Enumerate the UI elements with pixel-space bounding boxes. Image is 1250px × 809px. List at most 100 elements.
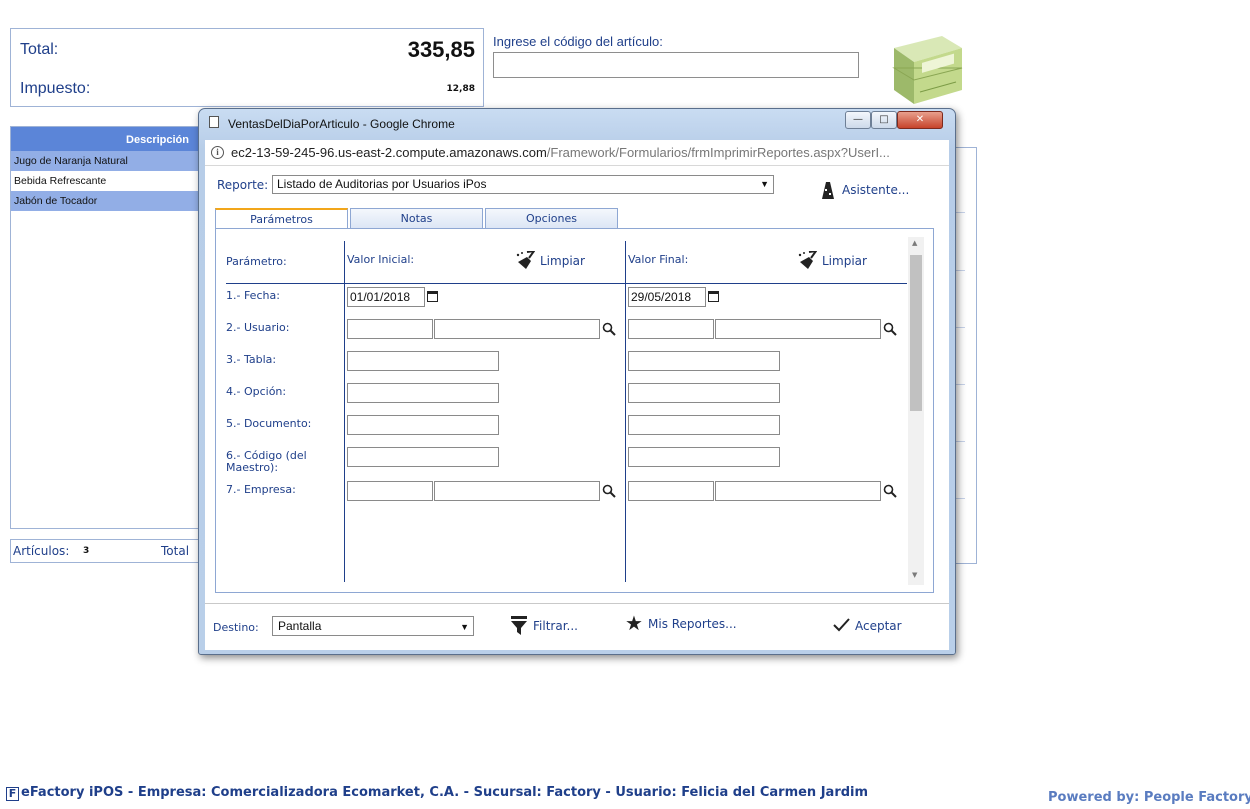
- report-select[interactable]: Listado de Auditorias por Usuarios iPos …: [272, 175, 774, 194]
- filter-button[interactable]: Filtrar...: [510, 616, 590, 638]
- calendar-icon[interactable]: [708, 291, 719, 302]
- accept-button[interactable]: Aceptar: [833, 616, 913, 638]
- total-value: 335,85: [407, 37, 475, 62]
- opcion-initial-input[interactable]: [347, 383, 499, 403]
- param-label-fecha: 1.- Fecha:: [226, 289, 280, 302]
- empresa-initial-code-input[interactable]: [347, 481, 433, 501]
- tax-label: Impuesto:: [20, 80, 91, 97]
- article-code-label: Ingrese el código del artículo:: [493, 34, 663, 49]
- filter-icon: [511, 616, 527, 635]
- clear-final-label: Limpiar: [822, 254, 867, 268]
- items-summary: Artículos: 3 Total: [10, 539, 200, 563]
- dropdown-arrow-icon: ▼: [760, 179, 769, 189]
- documento-initial-input[interactable]: [347, 415, 499, 435]
- vertical-scrollbar[interactable]: ▲ ▼: [908, 237, 924, 585]
- window-title: VentasDelDiaPorArticulo - Google Chrome: [228, 117, 455, 131]
- clear-initial-button[interactable]: Limpiar: [515, 251, 590, 271]
- search-icon[interactable]: [602, 484, 616, 498]
- report-select-value: Listado de Auditorias por Usuarios iPos: [277, 177, 487, 191]
- param-label-opcion: 4.- Opción:: [226, 385, 287, 398]
- totals-panel: Total: 335,85 Impuesto: 12,88: [10, 28, 484, 107]
- usuario-initial-code-input[interactable]: [347, 319, 433, 339]
- tab-opciones[interactable]: Opciones: [485, 208, 618, 228]
- broom-icon: [516, 251, 535, 269]
- powered-by-text: Powered by: People Factory: [1048, 790, 1250, 805]
- articles-label: Artículos:: [13, 544, 70, 558]
- total-label: Total:: [20, 41, 59, 58]
- final-value-header: Valor Final:: [628, 253, 689, 266]
- dropdown-arrow-icon: ▼: [460, 622, 469, 632]
- param-label-tabla: 3.- Tabla:: [226, 353, 277, 366]
- url-path: /Framework/Formularios/frmImprimirReport…: [546, 145, 890, 160]
- tabla-final-input[interactable]: [628, 351, 780, 371]
- my-reports-button[interactable]: ★ Mis Reportes...: [625, 611, 745, 636]
- usuario-initial-name-input[interactable]: [434, 319, 600, 339]
- tab-parametros[interactable]: Parámetros: [215, 208, 348, 229]
- app-logo-icon: F: [6, 787, 19, 801]
- wizard-icon: [822, 182, 834, 199]
- scroll-up-icon[interactable]: ▲: [912, 239, 917, 247]
- star-icon: ★: [625, 611, 643, 635]
- accept-label: Aceptar: [855, 619, 902, 633]
- search-icon[interactable]: [602, 322, 616, 336]
- clear-final-button[interactable]: Limpiar: [797, 251, 872, 271]
- codigo-initial-input[interactable]: [347, 447, 499, 467]
- empresa-initial-name-input[interactable]: [434, 481, 600, 501]
- empresa-final-name-input[interactable]: [715, 481, 881, 501]
- param-label-codigo: 6.- Código (del Maestro):: [226, 449, 307, 474]
- report-form: Reporte: Listado de Auditorias por Usuar…: [205, 166, 949, 650]
- param-label-usuario: 2.- Usuario:: [226, 321, 290, 334]
- minimize-button[interactable]: —: [845, 111, 871, 129]
- filter-label: Filtrar...: [533, 619, 578, 633]
- document-icon: [209, 116, 219, 128]
- search-icon[interactable]: [883, 322, 897, 336]
- assistant-label: Asistente...: [842, 183, 910, 197]
- initial-value-header: Valor Inicial:: [347, 253, 415, 266]
- fecha-initial-input[interactable]: 01/01/2018: [347, 287, 425, 307]
- assistant-button[interactable]: Asistente...: [822, 182, 926, 201]
- scroll-down-icon[interactable]: ▼: [912, 571, 917, 579]
- article-code-input[interactable]: [493, 52, 859, 78]
- maximize-button[interactable]: □: [871, 111, 897, 129]
- clear-initial-label: Limpiar: [540, 254, 585, 268]
- destination-select[interactable]: Pantalla ▼: [272, 616, 474, 636]
- search-icon[interactable]: [883, 484, 897, 498]
- close-button[interactable]: ✕: [897, 111, 943, 129]
- status-text: eFactory iPOS - Empresa: Comercializador…: [21, 785, 869, 800]
- report-label: Reporte:: [217, 178, 269, 192]
- info-icon[interactable]: i: [211, 146, 224, 159]
- opcion-final-input[interactable]: [628, 383, 780, 403]
- status-bar: FeFactory iPOS - Empresa: Comercializado…: [6, 785, 868, 801]
- codigo-final-input[interactable]: [628, 447, 780, 467]
- url-host: ec2-13-59-245-96.us-east-2.compute.amazo…: [231, 145, 547, 160]
- items-table: Descripción Jugo de Naranja Natural Bebi…: [10, 126, 200, 529]
- usuario-final-name-input[interactable]: [715, 319, 881, 339]
- description-column-header: Descripción: [11, 127, 199, 151]
- documento-final-input[interactable]: [628, 415, 780, 435]
- table-row[interactable]: Jabón de Tocador: [11, 191, 199, 211]
- report-popup-window: VentasDelDiaPorArticulo - Google Chrome …: [198, 108, 956, 655]
- fecha-final-input[interactable]: 29/05/2018: [628, 287, 706, 307]
- table-row[interactable]: Bebida Refrescante: [11, 171, 199, 191]
- address-bar[interactable]: i ec2-13-59-245-96.us-east-2.compute.ama…: [205, 140, 949, 166]
- table-row[interactable]: Jugo de Naranja Natural: [11, 151, 199, 171]
- parameter-header: Parámetro:: [226, 255, 287, 268]
- destination-label: Destino:: [213, 621, 259, 634]
- tabla-initial-input[interactable]: [347, 351, 499, 371]
- parameters-panel: Parámetro: Valor Inicial: Valor Final: L…: [215, 228, 934, 593]
- broom-icon: [798, 251, 817, 269]
- scrollbar-thumb[interactable]: [910, 255, 922, 411]
- param-label-empresa: 7.- Empresa:: [226, 483, 296, 496]
- url-text: ec2-13-59-245-96.us-east-2.compute.amazo…: [231, 145, 890, 160]
- checkmark-icon: [833, 618, 850, 632]
- usuario-final-code-input[interactable]: [628, 319, 714, 339]
- articles-count: 3: [83, 546, 90, 556]
- summary-total-label: Total: [161, 544, 190, 558]
- window-titlebar[interactable]: VentasDelDiaPorArticulo - Google Chrome …: [199, 109, 955, 139]
- empresa-final-code-input[interactable]: [628, 481, 714, 501]
- column-divider: [625, 241, 626, 582]
- calendar-icon[interactable]: [427, 291, 438, 302]
- param-label-documento: 5.- Documento:: [226, 417, 312, 430]
- destination-select-value: Pantalla: [278, 619, 322, 633]
- tab-notas[interactable]: Notas: [350, 208, 483, 228]
